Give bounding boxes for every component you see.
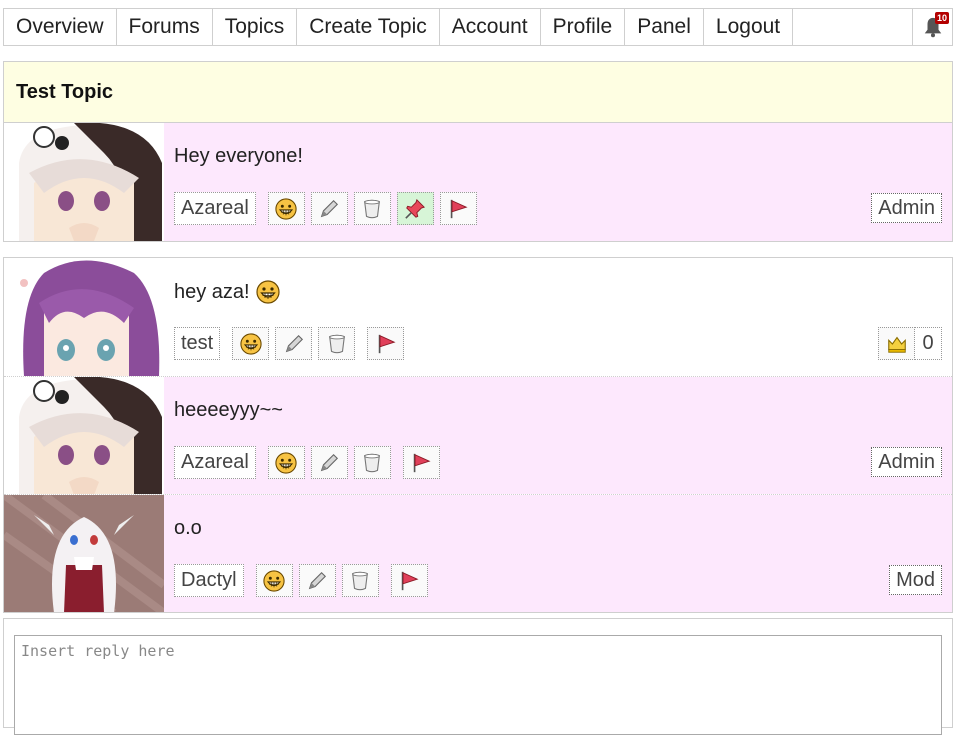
pencil-icon (283, 333, 305, 355)
nav-logout[interactable]: Logout (704, 9, 794, 45)
like-button[interactable] (232, 327, 270, 360)
report-button[interactable] (402, 446, 440, 479)
delete-button[interactable] (341, 564, 379, 597)
avatar[interactable] (4, 495, 164, 612)
post-text: hey aza! (174, 280, 250, 303)
level-badge (878, 327, 915, 360)
nav-forums[interactable]: Forums (117, 9, 213, 45)
post-body: Hey everyone! Azareal Admin (164, 123, 952, 241)
post-meta: 0 (878, 327, 942, 360)
trash-icon (361, 452, 383, 474)
post-actions: Dactyl (174, 564, 428, 597)
nav-profile[interactable]: Profile (541, 9, 626, 45)
pencil-icon (318, 198, 340, 220)
flag-icon (375, 333, 397, 355)
delete-button[interactable] (353, 192, 391, 225)
post-content: hey aza! (174, 280, 280, 304)
rank-badge: Mod (889, 565, 942, 595)
post-item: Hey everyone! Azareal Admin (4, 123, 952, 241)
post-text: Hey everyone! (174, 145, 303, 167)
post-author-button[interactable]: Azareal (174, 192, 256, 225)
trash-icon (361, 198, 383, 220)
post-content: heeeeyyy~~ (174, 399, 283, 422)
top-navigation: Overview Forums Topics Create Topic Acco… (3, 8, 953, 46)
post-body: heeeeyyy~~ Azareal Admin (164, 377, 952, 494)
nav-panel[interactable]: Panel (625, 9, 704, 45)
flag-icon (398, 570, 420, 592)
avatar[interactable] (4, 377, 164, 494)
nav-overview[interactable]: Overview (4, 9, 117, 45)
report-button[interactable] (390, 564, 428, 597)
post-text: o.o (174, 517, 202, 539)
avatar[interactable] (4, 123, 164, 241)
edit-button[interactable] (310, 192, 348, 225)
nav-topics[interactable]: Topics (213, 9, 298, 45)
nav-account[interactable]: Account (440, 9, 541, 45)
post-content: o.o (174, 517, 202, 540)
level-count: 0 (915, 327, 942, 360)
trash-icon (349, 570, 371, 592)
post-actions: Azareal (174, 192, 477, 225)
post-author-button[interactable]: test (174, 327, 221, 360)
report-button[interactable] (439, 192, 477, 225)
post-meta: Admin (871, 446, 942, 479)
pencil-icon (306, 570, 328, 592)
post-item: heeeeyyy~~ Azareal Admin (4, 376, 952, 494)
report-button[interactable] (367, 327, 405, 360)
like-button[interactable] (267, 192, 305, 225)
notification-count-badge: 10 (934, 12, 949, 24)
trash-icon (326, 333, 348, 355)
opening-post-block: Hey everyone! Azareal Admin (3, 122, 953, 242)
crown-icon (886, 333, 908, 355)
post-body: hey aza! test 0 (164, 258, 952, 376)
topic-title: Test Topic (3, 61, 953, 123)
post-meta: Admin (871, 192, 942, 225)
like-button[interactable] (255, 564, 293, 597)
like-button[interactable] (267, 446, 305, 479)
post-text: heeeeyyy~~ (174, 399, 283, 421)
nav-create-topic[interactable]: Create Topic (297, 9, 440, 45)
edit-button[interactable] (298, 564, 336, 597)
post-item: o.o Dactyl Mod (4, 494, 952, 612)
flag-icon (410, 452, 432, 474)
edit-button[interactable] (275, 327, 313, 360)
grin-icon (275, 198, 297, 220)
grin-icon (263, 570, 285, 592)
post-actions: Azareal (174, 446, 440, 479)
post-body: o.o Dactyl Mod (164, 495, 952, 612)
avatar[interactable] (4, 258, 164, 376)
pin-icon (404, 198, 426, 220)
post-content: Hey everyone! (174, 145, 303, 168)
pencil-icon (318, 452, 340, 474)
pin-button[interactable] (396, 192, 434, 225)
grin-icon (275, 452, 297, 474)
flag-icon (447, 198, 469, 220)
delete-button[interactable] (353, 446, 391, 479)
edit-button[interactable] (310, 446, 348, 479)
post-actions: test (174, 327, 405, 360)
grin-icon (240, 333, 262, 355)
grin-emoji-icon (256, 280, 280, 304)
post-meta: Mod (889, 564, 942, 597)
reply-textarea[interactable] (14, 635, 942, 735)
reply-form (3, 618, 953, 735)
rank-badge: Admin (871, 447, 942, 477)
post-author-button[interactable]: Dactyl (174, 564, 244, 597)
replies-block: hey aza! test 0 heeeeyyy~~ Azareal Admin… (3, 257, 953, 613)
post-author-button[interactable]: Azareal (174, 446, 256, 479)
post-item: hey aza! test 0 (4, 258, 952, 376)
rank-badge: Admin (871, 193, 942, 223)
delete-button[interactable] (318, 327, 356, 360)
notifications-button[interactable]: 10 (912, 9, 952, 45)
